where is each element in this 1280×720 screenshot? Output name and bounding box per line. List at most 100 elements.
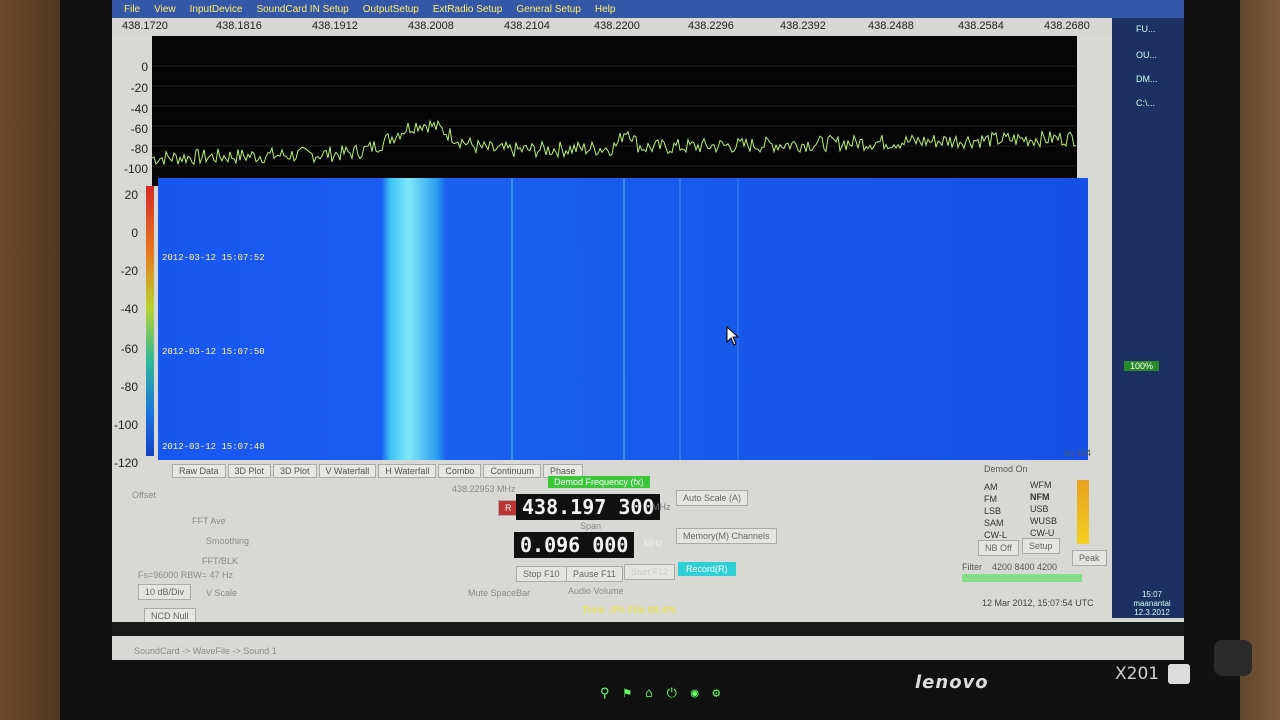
mode-cwl[interactable]: CW-L: [984, 530, 1007, 540]
menu-extradio-setup[interactable]: ExtRadio Setup: [429, 4, 507, 15]
menu-general-setup[interactable]: General Setup: [512, 4, 585, 15]
demod-frequency-display[interactable]: 438.197 300: [516, 494, 661, 520]
tab-continuum[interactable]: Continuum: [483, 464, 541, 478]
smoothing-label: Smoothing: [206, 536, 250, 546]
demod-on-checkbox[interactable]: Demod On: [984, 464, 1028, 474]
menu-file[interactable]: File: [120, 4, 144, 15]
tray-clock[interactable]: 15:07 maanantai 12.3.2012: [1126, 590, 1178, 617]
mode-wusb[interactable]: WUSB: [1030, 516, 1057, 526]
waterfall-display[interactable]: [158, 178, 1088, 460]
mode-am[interactable]: AM: [984, 482, 998, 492]
audio-volume-label: Audio Volume: [568, 586, 624, 596]
freq-tick: 438.2392: [780, 20, 826, 32]
menu-view[interactable]: View: [150, 4, 180, 15]
filter-slider[interactable]: [962, 574, 1082, 582]
lenovo-logo: lenovo: [915, 672, 989, 693]
tab-3d-plot[interactable]: 3D Plot: [227, 464, 272, 478]
freq-tick: 438.2104: [504, 20, 550, 32]
spectrum-y-label: -20: [130, 81, 148, 95]
taskbar-item[interactable]: DM...: [1118, 74, 1178, 90]
tab-v-waterfall[interactable]: V Waterfall: [318, 464, 377, 478]
app-client-area: 438.1720 438.1816 438.1912 438.2008 438.…: [112, 18, 1184, 664]
clock-date: 12.3.2012: [1134, 608, 1170, 617]
v-scale-select[interactable]: 10 dB/Div: [138, 584, 192, 600]
spectrum-y-label: -60: [130, 122, 148, 136]
nb-off-button[interactable]: NB Off: [978, 540, 1019, 556]
freq-tick: 438.1816: [216, 20, 262, 32]
mode-lsb[interactable]: LSB: [984, 506, 1001, 516]
tab-combo[interactable]: Combo: [438, 464, 482, 478]
waterfall-y-label: -100: [113, 418, 138, 432]
waterfall-y-label: -120: [113, 456, 138, 470]
filter-label: Filter: [962, 562, 982, 572]
menu-help[interactable]: Help: [591, 4, 620, 15]
record-button[interactable]: Record(R): [678, 562, 736, 576]
spectrum-y-label: -40: [130, 102, 148, 116]
tab-3d-plot-2[interactable]: 3D Plot: [273, 464, 317, 478]
windows-taskbar: FU... OU... DM... C:\...: [1112, 18, 1184, 618]
freq-tick: 438.1912: [312, 20, 358, 32]
power-button: [1168, 664, 1190, 684]
demod-unit: MHz: [652, 502, 671, 512]
freq-tick: 438.2008: [408, 20, 454, 32]
clock-time: 15:07: [1141, 590, 1163, 599]
status-bar: [112, 622, 1184, 636]
squelch-label: sq 124: [1064, 448, 1092, 458]
menu-soundcard-in-setup[interactable]: SoundCard IN Setup: [252, 4, 352, 15]
audio-level-meter: [1077, 480, 1089, 544]
waterfall-y-label: -80: [120, 380, 138, 394]
waterfall-timestamp: 2012-03-12 15:07:48: [162, 442, 265, 452]
span-unit: MHz: [644, 538, 663, 548]
demod-frequency-label: Demod Frequency (fx): [548, 476, 650, 488]
setup-button[interactable]: Setup: [1022, 538, 1060, 554]
mode-sam[interactable]: SAM: [984, 518, 1004, 528]
tab-h-waterfall[interactable]: H Waterfall: [378, 464, 437, 478]
waterfall-timestamp: 2012-03-12 15:07:52: [162, 253, 265, 263]
taskbar-item[interactable]: C:\...: [1118, 98, 1178, 114]
status-led-icons: ⚲ ⚑ ⌂ ⏻ ◉ ⚙: [600, 686, 724, 701]
clock-day: maanantai: [1133, 599, 1171, 608]
freq-tick: 438.2200: [594, 20, 640, 32]
taskbar-item[interactable]: OU...: [1118, 50, 1178, 66]
waterfall-y-label: 20: [124, 188, 138, 202]
filter-values: 4200 8400 4200: [992, 562, 1058, 572]
mode-fm[interactable]: FM: [984, 494, 997, 504]
waterfall-y-label: 0: [131, 226, 138, 240]
spectrum-y-label: -100: [123, 162, 148, 176]
start-button[interactable]: Start F12: [624, 564, 676, 580]
view-tabs: Raw Data 3D Plot 3D Plot V Waterfall H W…: [172, 464, 583, 478]
freq-tick: 438.1720: [122, 20, 168, 32]
fft-ave-label: FFT Ave: [192, 516, 226, 526]
waterfall-timestamp: 2012-03-12 15:07:50: [162, 347, 265, 357]
cursor-frequency: 438.22953 MHz: [452, 484, 516, 494]
menu-output-setup[interactable]: OutputSetup: [359, 4, 423, 15]
memory-channels-button[interactable]: Memory(M) Channels: [676, 528, 777, 544]
mode-cwu[interactable]: CW-U: [1030, 528, 1054, 538]
mute-label[interactable]: Mute SpaceBar: [468, 588, 530, 598]
spectrum-y-label: 0: [141, 60, 148, 74]
span-label: Span: [580, 521, 602, 531]
span-display[interactable]: 0.096 000: [514, 532, 635, 558]
frequency-axis: 438.1720 438.1816 438.1912 438.2008 438.…: [112, 18, 1184, 36]
waterfall-y-label: -40: [120, 302, 138, 316]
taskbar-item[interactable]: FU...: [1118, 24, 1178, 40]
laptop-screen: File View InputDevice SoundCard IN Setup…: [112, 0, 1184, 664]
stop-button[interactable]: Stop F10: [516, 566, 567, 582]
offset-label: Offset: [132, 490, 156, 500]
peak-button[interactable]: Peak: [1072, 550, 1107, 566]
rbw-label: Fs=96000 RBW= 47 Hz: [138, 570, 234, 580]
menu-input-device[interactable]: InputDevice: [186, 4, 247, 15]
mode-nfm[interactable]: NFM: [1030, 492, 1050, 502]
spectrum-plot[interactable]: [152, 36, 1077, 186]
mode-wfm[interactable]: WFM: [1030, 480, 1052, 490]
tab-raw-data[interactable]: Raw Data: [172, 464, 226, 478]
auto-scale-button[interactable]: Auto Scale (A): [676, 490, 749, 506]
waterfall-color-scale: [146, 186, 154, 456]
mode-usb[interactable]: USB: [1030, 504, 1049, 514]
pause-button[interactable]: Pause F11: [566, 566, 623, 582]
v-scale-label: V Scale: [206, 588, 238, 598]
freq-tick: 438.2488: [868, 20, 914, 32]
freq-tick: 438.2584: [958, 20, 1004, 32]
spectrum-y-label: -80: [130, 142, 148, 156]
menu-bar: File View InputDevice SoundCard IN Setup…: [112, 0, 1184, 18]
